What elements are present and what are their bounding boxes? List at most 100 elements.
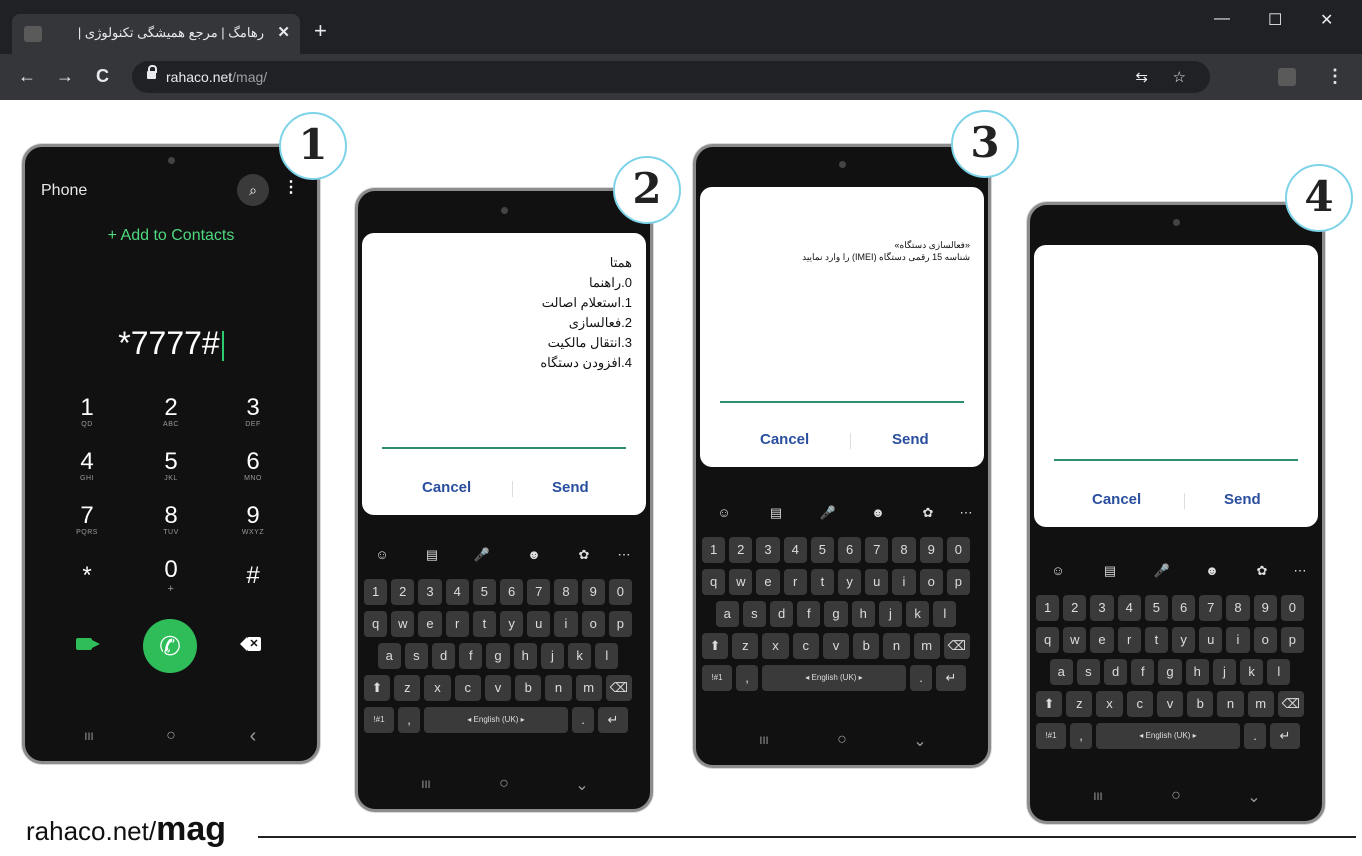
back-button[interactable]: ← (18, 66, 36, 86)
key-6[interactable]: 6 (1172, 595, 1196, 621)
key-4[interactable]: 4 (445, 579, 469, 605)
dial-key-5[interactable]: 5 JKL (141, 449, 201, 483)
home-nav-icon[interactable]: ○ (832, 731, 852, 749)
key-v[interactable]: v (1156, 691, 1184, 717)
extension-icon[interactable] (1278, 68, 1296, 86)
sticker-icon[interactable]: ☺ (714, 505, 734, 520)
imei-input-field[interactable] (720, 401, 964, 403)
key-m[interactable]: m (1247, 691, 1274, 717)
key-j[interactable]: j (1212, 659, 1236, 685)
maximize-button[interactable]: ☐ (1268, 10, 1282, 30)
key-k[interactable]: k (568, 643, 592, 669)
key-s[interactable]: s (1076, 659, 1100, 685)
browser-menu-icon[interactable]: ⋮ (1326, 66, 1344, 87)
key-3[interactable]: 3 (1090, 595, 1114, 621)
key-i[interactable]: i (892, 569, 916, 595)
sticker-icon[interactable]: ☺ (372, 547, 392, 562)
key-k[interactable]: k (906, 601, 930, 627)
key-n[interactable]: n (1217, 691, 1244, 717)
recents-nav-icon[interactable]: III (754, 735, 774, 747)
key-5[interactable]: 5 (1144, 595, 1168, 621)
hide-keyboard-nav-icon[interactable]: ⌄ (572, 775, 592, 795)
key-o[interactable]: o (581, 611, 605, 637)
key-y[interactable]: y (1172, 627, 1196, 653)
dial-key-6[interactable]: 6 MNO (223, 449, 283, 483)
emoji-icon[interactable]: ☻ (524, 547, 544, 562)
key-g[interactable]: g (1158, 659, 1182, 685)
dial-key-hash[interactable]: # (223, 563, 283, 589)
key-6[interactable]: 6 (838, 537, 862, 563)
key-period[interactable]: . (572, 707, 594, 733)
key-o[interactable]: o (919, 569, 943, 595)
key-d[interactable]: d (1104, 659, 1128, 685)
settings-icon[interactable]: ✿ (918, 505, 938, 521)
key-t[interactable]: t (1144, 627, 1168, 653)
key-s[interactable]: s (404, 643, 428, 669)
key-g[interactable]: g (824, 601, 848, 627)
key-w[interactable]: w (1063, 627, 1087, 653)
key-v[interactable]: v (822, 633, 850, 659)
key-a[interactable]: a (377, 643, 401, 669)
key-f[interactable]: f (459, 643, 483, 669)
key-a[interactable]: a (715, 601, 739, 627)
key-7[interactable]: 7 (527, 579, 551, 605)
key-p[interactable]: p (608, 611, 632, 637)
send-button[interactable]: Send (552, 479, 589, 496)
key-0[interactable]: 0 (1280, 595, 1304, 621)
key-l[interactable]: l (933, 601, 957, 627)
key-x[interactable]: x (762, 633, 789, 659)
key-d[interactable]: d (770, 601, 794, 627)
key-1[interactable]: 1 (702, 537, 726, 563)
key-m[interactable]: m (575, 675, 602, 701)
key-comma[interactable]: , (398, 707, 420, 733)
key-n[interactable]: n (545, 675, 572, 701)
key-f[interactable]: f (1131, 659, 1155, 685)
window-close-button[interactable]: ✕ (1320, 10, 1333, 30)
call-button[interactable]: ✆ (143, 619, 197, 673)
clipboard-icon[interactable]: ▤ (766, 505, 786, 521)
cancel-button[interactable]: Cancel (422, 479, 471, 496)
microphone-icon[interactable]: 🎤 (472, 547, 492, 563)
key-space[interactable]: ◂ English (UK) ▸ (424, 707, 568, 733)
cancel-button[interactable]: Cancel (1092, 491, 1141, 508)
hide-keyboard-nav-icon[interactable]: ⌄ (910, 731, 930, 751)
key-comma[interactable]: , (1070, 723, 1092, 749)
key-2[interactable]: 2 (729, 537, 753, 563)
key-p[interactable]: p (946, 569, 970, 595)
key-b[interactable]: b (853, 633, 880, 659)
key-enter[interactable]: ↵ (598, 707, 628, 733)
key-j[interactable]: j (540, 643, 564, 669)
recents-nav-icon[interactable]: III (79, 731, 99, 743)
key-9[interactable]: 9 (919, 537, 943, 563)
key-enter[interactable]: ↵ (936, 665, 966, 691)
minimize-button[interactable]: — (1214, 10, 1230, 28)
browser-tab[interactable]: رهامگ | مرجع همیشگی تکنولوژی | ✕ (12, 14, 300, 54)
key-q[interactable]: q (364, 611, 388, 637)
home-nav-icon[interactable]: ○ (1166, 787, 1186, 805)
settings-icon[interactable]: ✿ (574, 547, 594, 563)
send-button[interactable]: Send (1224, 491, 1261, 508)
key-3[interactable]: 3 (418, 579, 442, 605)
key-e[interactable]: e (418, 611, 442, 637)
key-period[interactable]: . (910, 665, 932, 691)
lock-icon[interactable] (147, 65, 157, 79)
key-shift[interactable]: ⬆ (1036, 691, 1063, 717)
key-space[interactable]: ◂ English (UK) ▸ (1096, 723, 1240, 749)
dial-key-7[interactable]: 7 PQRS (57, 503, 117, 537)
key-backspace[interactable]: ⌫ (1277, 691, 1304, 717)
home-nav-icon[interactable]: ○ (161, 727, 181, 745)
translate-icon[interactable]: ⇆ (1135, 68, 1148, 86)
clipboard-icon[interactable]: ▤ (1100, 563, 1120, 579)
key-u[interactable]: u (527, 611, 551, 637)
key-c[interactable]: c (792, 633, 819, 659)
key-p[interactable]: p (1280, 627, 1304, 653)
microphone-icon[interactable]: 🎤 (818, 505, 838, 521)
key-6[interactable]: 6 (500, 579, 524, 605)
key-2[interactable]: 2 (1063, 595, 1087, 621)
key-r[interactable]: r (783, 569, 807, 595)
clipboard-icon[interactable]: ▤ (422, 547, 442, 563)
key-shift[interactable]: ⬆ (702, 633, 729, 659)
key-e[interactable]: e (756, 569, 780, 595)
key-x[interactable]: x (424, 675, 451, 701)
key-0[interactable]: 0 (608, 579, 632, 605)
